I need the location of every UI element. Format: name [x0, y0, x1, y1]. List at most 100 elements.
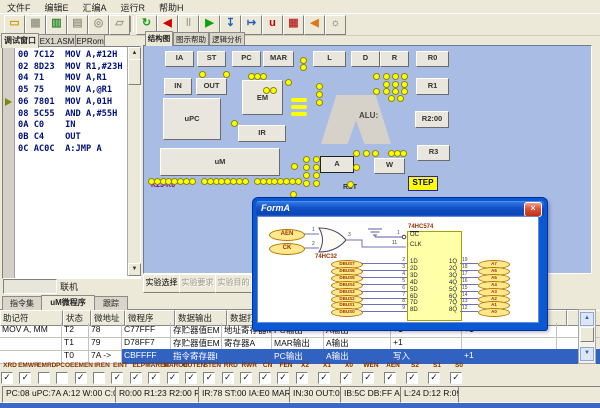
code-scrollbar[interactable]: ▲ ▼ [127, 47, 140, 276]
build-icon[interactable]: ▥ [46, 15, 67, 35]
test-point-dot [290, 191, 297, 198]
register-box-in[interactable]: IN [164, 78, 192, 95]
forma-dialog[interactable]: FormA × AEN CK 1 2 3 74HC32 74HC574 1 11… [253, 198, 547, 330]
scroll-thumb[interactable] [128, 59, 141, 85]
signal-checkbox-elp[interactable]: ✓ [130, 372, 142, 384]
signal-checkbox-aen[interactable]: ✓ [384, 372, 396, 384]
register-box-r3[interactable]: R3 [417, 145, 450, 161]
clk-pin-name: CLK [410, 242, 422, 248]
menu-item-3[interactable]: 运行R [114, 0, 153, 14]
signal-checkbox-outen[interactable]: ✓ [185, 372, 197, 384]
copy-icon[interactable]: ▤ [67, 15, 88, 35]
table-row-2[interactable]: T07A ->CBFFFF指令寄存器IPC输出A输出写入+1 [0, 349, 600, 362]
schematic-canvas: AEN CK 1 2 3 74HC32 74HC574 1 11 OC CLK … [257, 216, 539, 323]
register-box-pc[interactable]: PC [232, 51, 261, 67]
signal-checkbox-cn[interactable]: ✓ [259, 372, 271, 384]
tab-view-0[interactable]: 结构图 [145, 31, 173, 46]
horn-icon[interactable]: ◀ [304, 15, 325, 35]
d-input-label: 4D [410, 280, 418, 286]
signal-checkbox-fen[interactable]: ✓ [277, 372, 289, 384]
menu-item-1[interactable]: 编辑E [38, 0, 76, 14]
erase-icon[interactable]: ▱ [109, 15, 130, 35]
table-scrollbar[interactable]: ▲ ▼ [578, 309, 596, 364]
close-icon[interactable]: × [524, 202, 542, 217]
test-point-dot [189, 178, 196, 185]
test-point-dot [223, 71, 230, 78]
register-box-um[interactable]: uM [160, 148, 280, 176]
register-box-r1[interactable]: R1 [416, 78, 449, 95]
signal-checkbox-maroe[interactable]: ✓ [167, 372, 179, 384]
register-box-r0[interactable]: R0 [416, 51, 449, 67]
register-box-upc[interactable]: uPC [163, 98, 221, 140]
open-icon[interactable]: ▭ [4, 15, 25, 35]
menu-item-2[interactable]: 汇编A [76, 0, 114, 14]
table-row-1[interactable]: T179D78FF7存贮器值EM寄存器AMAR输出A输出+1 [0, 336, 600, 349]
signal-checkbox-maren[interactable]: ✓ [148, 372, 160, 384]
signal-checkbox-iren[interactable] [93, 372, 105, 384]
u-icon[interactable]: u [262, 15, 283, 35]
alu-shape[interactable]: ALU: [321, 95, 391, 144]
register-box-st[interactable]: ST [197, 51, 226, 67]
signal-checkbox-sten[interactable]: ✓ [203, 372, 215, 384]
test-point-dot [392, 88, 399, 95]
wire [361, 311, 407, 312]
menu-item-0[interactable]: 文件F [0, 0, 38, 14]
register-box-ia[interactable]: IA [165, 51, 194, 67]
signal-checkbox-emrd[interactable] [38, 372, 50, 384]
bottom-tab-0[interactable]: 指令集 [2, 296, 42, 310]
step-button[interactable]: STEP [408, 176, 438, 191]
signal-checkbox-emen[interactable]: ✓ [75, 372, 87, 384]
breakpoint-icon[interactable]: ▦ [283, 15, 304, 35]
tab-view-2[interactable]: 逻辑分析 [209, 32, 245, 46]
register-box-a[interactable]: A [320, 156, 354, 173]
ck-input-label: CK [269, 243, 305, 255]
register-box-em[interactable]: EM [242, 80, 283, 115]
toolbar-separator [130, 16, 134, 32]
register-box-w[interactable]: W [374, 158, 405, 174]
test-point-dot [373, 88, 380, 95]
register-box-ir[interactable]: IR [238, 125, 286, 142]
signal-checkbox-s1[interactable]: ✓ [428, 372, 440, 384]
experiment-button-0[interactable]: 实验选择 [143, 274, 180, 293]
signal-checkbox-emwr[interactable]: ✓ [19, 372, 31, 384]
alu-label: ALU: [359, 111, 378, 120]
lamp-icon[interactable]: ☼ [325, 15, 346, 35]
test-point-dot [397, 95, 404, 102]
d-input-label: 3D [410, 273, 418, 279]
menu-item-4[interactable]: 帮助H [152, 0, 191, 14]
bottom-tab-2[interactable]: 跟踪 [94, 296, 128, 310]
signal-checkbox-s2[interactable]: ✓ [406, 372, 418, 384]
scroll-down-icon[interactable]: ▼ [580, 347, 594, 361]
tab--[interactable]: 调试窗口 [1, 33, 39, 48]
signal-checkbox-pcoe[interactable] [56, 372, 68, 384]
tab-view-1[interactable]: 图示帮助 [173, 32, 209, 46]
signal-checkbox-eint[interactable]: ✓ [111, 372, 123, 384]
save-icon[interactable]: ▦ [25, 15, 46, 35]
signal-checkbox-rrd[interactable]: ✓ [222, 372, 234, 384]
register-box-l[interactable]: L [313, 51, 346, 67]
signal-checkbox-s0[interactable]: ✓ [450, 372, 462, 384]
register-box-r[interactable]: R [380, 51, 409, 67]
code-listing-panel[interactable]: 00 7C12 MOV A,#12H02 8D23 MOV R1,#23H04 … [2, 46, 141, 279]
scroll-down-icon[interactable]: ▼ [128, 263, 141, 276]
app-window: 文件F编辑E汇编A运行R帮助H ▭▦▥▤◎▱↻◀‖▶↧↦u▦◀☼ 调试窗口EX1… [0, 0, 600, 408]
signal-checkbox-xrd[interactable]: ✓ [1, 372, 13, 384]
signal-checkbox-rwr[interactable]: ✓ [240, 372, 252, 384]
signal-checkbox-wen[interactable]: ✓ [362, 372, 374, 384]
experiment-button-1: 实验要求 [179, 274, 216, 293]
bottom-tab-1[interactable]: uM微程序 [41, 295, 95, 310]
signal-checkbox-x1[interactable]: ✓ [318, 372, 330, 384]
scroll-up-icon[interactable]: ▲ [580, 312, 594, 326]
dialog-title: FormA [256, 201, 544, 216]
signal-checkbox-x2[interactable]: ✓ [296, 372, 308, 384]
register-box-d[interactable]: D [351, 51, 380, 67]
code-line-8: 0C AC0C A:JMP A [18, 144, 102, 154]
register-box-r200[interactable]: R2:00 [415, 111, 449, 128]
register-box-out[interactable]: OUT [196, 78, 227, 95]
window-bottom-border [0, 403, 600, 408]
register-box-mar[interactable]: MAR [263, 51, 294, 67]
test-point-dot [291, 163, 298, 170]
signal-checkbox-x0[interactable]: ✓ [340, 372, 352, 384]
find-icon[interactable]: ◎ [88, 15, 109, 35]
scroll-thumb[interactable] [580, 327, 594, 342]
